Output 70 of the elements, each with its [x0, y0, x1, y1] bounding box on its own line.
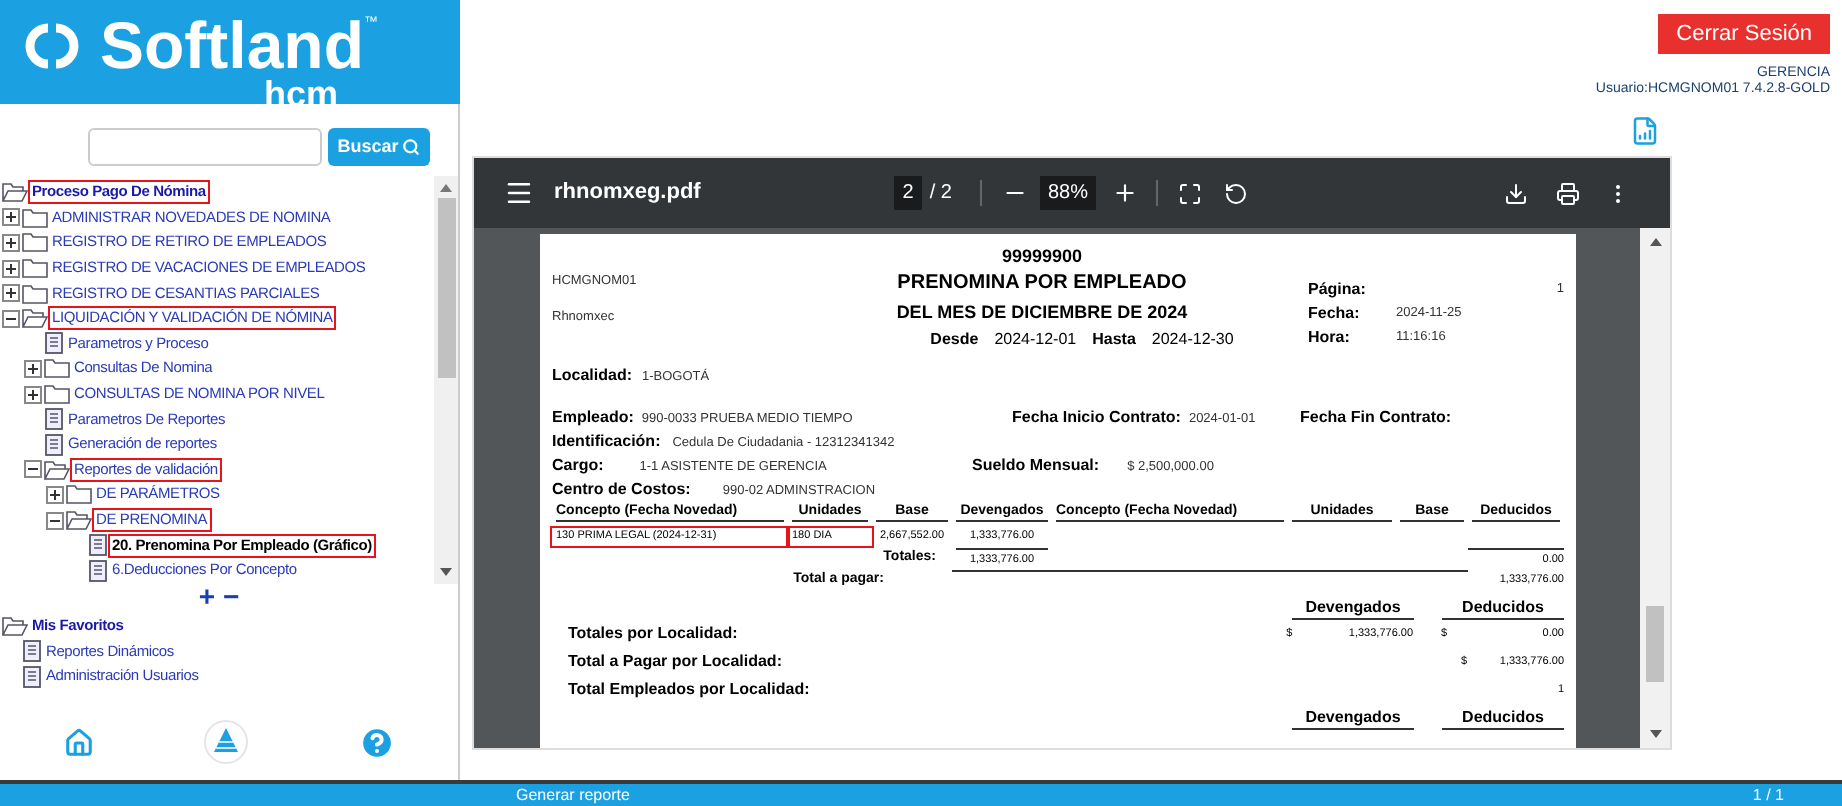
field-label: Fecha Fin Contrato: — [1300, 406, 1454, 428]
meta-label: Hora: — [1308, 328, 1352, 350]
expand-icon[interactable] — [46, 485, 64, 504]
document-icon — [88, 534, 108, 557]
expand-icon[interactable] — [2, 284, 20, 303]
print-icon[interactable] — [1556, 181, 1580, 205]
collapse-icon[interactable] — [2, 309, 20, 328]
help-icon[interactable] — [357, 723, 395, 761]
logo-text: Softland — [100, 12, 364, 80]
document-icon — [44, 433, 64, 456]
meta-label: Página: — [1308, 280, 1368, 302]
document-icon — [88, 559, 108, 582]
fit-page-icon[interactable] — [1178, 181, 1202, 205]
expand-icon[interactable] — [24, 359, 42, 378]
summary-label: Total Empleados por Localidad: — [568, 678, 812, 702]
download-icon[interactable] — [1504, 181, 1528, 205]
zoom-field[interactable]: 88% — [1039, 176, 1096, 210]
expand-all-button[interactable]: + — [198, 584, 215, 608]
scroll-up-icon[interactable] — [440, 184, 452, 192]
field-label: Sueldo Mensual: — [972, 454, 1100, 476]
scroll-thumb[interactable] — [1646, 606, 1664, 682]
range-label: Desde — [930, 328, 979, 352]
range-date: 2024-12-30 — [1151, 328, 1234, 352]
range-label: Hasta — [1092, 328, 1136, 352]
page-total: / 2 — [929, 180, 952, 208]
file-name: rhnomxeg.pdf — [554, 178, 701, 209]
collapse-icon[interactable] — [24, 460, 42, 479]
field-label: Empleado: — [552, 406, 634, 428]
home-icon[interactable] — [63, 727, 93, 757]
page-count: 1 / 1 — [1752, 784, 1784, 806]
report-title: PRENOMINA POR EMPLEADO — [897, 270, 1187, 298]
collapse-all-button[interactable]: − — [223, 584, 240, 608]
meta-label: Fecha: — [1308, 304, 1362, 326]
document-icon — [22, 640, 42, 663]
menu-icon[interactable] — [504, 178, 534, 208]
document-icon — [22, 665, 42, 688]
expand-icon[interactable] — [2, 233, 20, 252]
summary-header: Devengados — [1292, 708, 1414, 730]
summary-label: Total a Pagar por Localidad: — [568, 650, 784, 674]
scroll-up-icon[interactable] — [1649, 238, 1661, 246]
report-icon[interactable] — [1630, 115, 1660, 145]
report-period: DEL MES DE DICIEMBRE DE 2024 — [896, 300, 1188, 326]
expand-icon[interactable] — [24, 385, 42, 404]
expand-icon[interactable] — [2, 208, 20, 227]
search-icon — [402, 138, 421, 156]
status-text: Generar reporte — [516, 784, 630, 806]
range-date: 2024-12-01 — [994, 328, 1077, 352]
summary-header: Deducidos — [1442, 708, 1564, 730]
document-icon — [44, 408, 64, 431]
scroll-down-icon[interactable] — [1649, 730, 1661, 738]
field-label: Cargo: — [552, 454, 604, 476]
summary-header: Deducidos — [1442, 598, 1564, 620]
page-number-field[interactable]: 2 — [894, 176, 922, 210]
scroll-down-icon[interactable] — [440, 568, 452, 576]
pyramid-icon[interactable] — [203, 720, 247, 764]
collapse-icon[interactable] — [46, 511, 64, 530]
search-field[interactable] — [87, 128, 322, 166]
zoom-in-icon[interactable] — [1112, 180, 1138, 206]
summary-label: Totales por Localidad: — [568, 622, 740, 646]
company-code: 99999900 — [1001, 244, 1083, 270]
expand-icon[interactable] — [2, 259, 20, 278]
field-label: Identificación: — [552, 430, 661, 452]
field-label: Centro de Costos: — [552, 478, 691, 500]
document-icon — [44, 332, 64, 355]
location-label: Localidad: — [552, 364, 633, 388]
logout-button[interactable]: Cerrar Sesión — [1658, 14, 1830, 54]
scroll-thumb[interactable] — [437, 198, 455, 378]
field-label: Fecha Inicio Contrato: — [1012, 406, 1181, 428]
summary-header: Devengados — [1292, 598, 1414, 620]
rotate-icon[interactable] — [1224, 181, 1248, 205]
